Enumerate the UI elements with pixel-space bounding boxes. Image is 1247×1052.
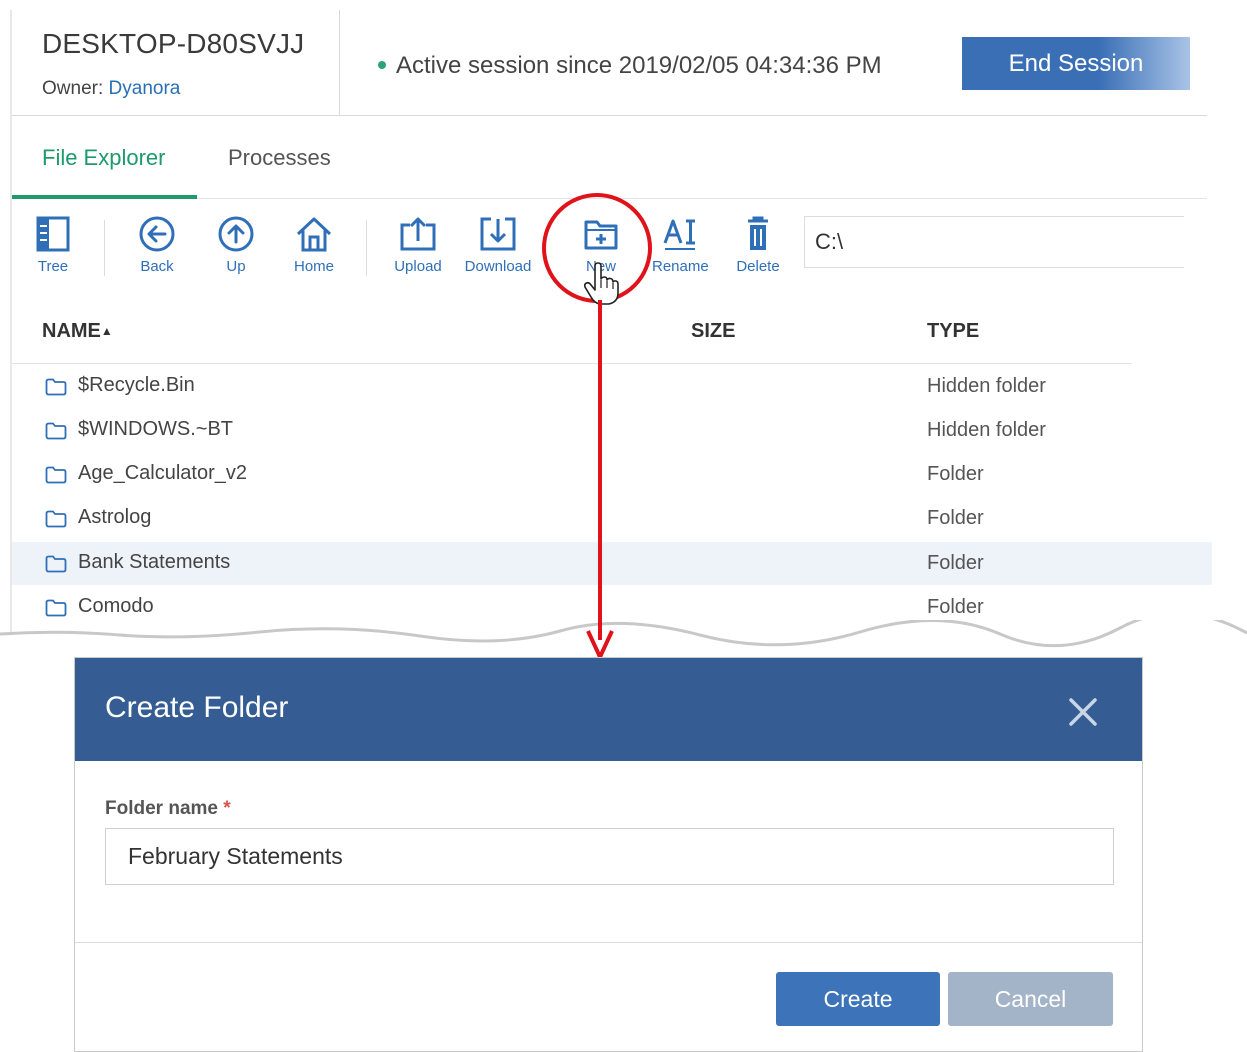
delete-label: Delete [736,258,780,275]
trash-icon [748,216,768,250]
upload-icon [400,217,436,251]
file-name: Age_Calculator_v2 [78,462,247,484]
close-icon[interactable] [1063,692,1103,732]
table-row[interactable]: Astrolog Folder [12,497,1212,540]
back-button[interactable]: Back [136,215,178,275]
divider [75,942,1142,943]
table-row-selected[interactable]: Bank Statements Folder [12,542,1212,585]
cancel-button[interactable]: Cancel [948,972,1113,1026]
home-icon [296,217,332,252]
table-row[interactable]: $Recycle.Bin Hidden folder [12,365,1212,408]
column-header-size[interactable]: SIZE [691,320,735,343]
folder-icon [45,599,67,617]
file-name: Astrolog [78,506,152,528]
file-type: Folder [927,507,984,529]
folder-icon [45,422,67,440]
session-status: Active session since 2019/02/05 04:34:36… [378,52,882,80]
column-name-label: NAME [42,320,101,342]
folder-icon [45,555,67,573]
device-info: DESKTOP-D80SVJJ Owner: Dyanora [12,10,340,115]
table-row[interactable]: Age_Calculator_v2 Folder [12,453,1212,496]
up-label: Up [226,258,246,275]
rename-button[interactable]: Rename [652,215,709,275]
home-button[interactable]: Home [290,215,338,275]
up-button[interactable]: Up [215,215,257,275]
file-type: Hidden folder [927,419,1046,441]
file-name: Bank Statements [78,551,231,573]
remote-session-panel: DESKTOP-D80SVJJ Owner: Dyanora Active se… [12,10,1212,632]
active-tab-indicator [12,195,197,199]
tree-icon [36,216,70,252]
path-input[interactable] [804,216,1184,268]
create-folder-dialog: Create Folder Folder name * Create Cance… [74,657,1143,1052]
rename-icon [663,219,695,250]
delete-button[interactable]: Delete [734,215,782,275]
file-name: $Recycle.Bin [78,374,195,396]
upload-button[interactable]: Upload [390,215,446,275]
upload-label: Upload [394,258,442,275]
file-type: Hidden folder [927,375,1046,397]
back-label: Back [140,258,174,275]
file-name: Comodo [78,595,154,617]
home-label: Home [293,258,334,275]
device-owner: Owner: Dyanora [42,78,180,100]
sort-asc-icon: ▲ [100,324,113,338]
arrow-down-icon [586,630,614,661]
folder-name-input[interactable] [105,828,1114,885]
up-arrow-icon [218,216,254,252]
toolbar-separator [104,220,105,276]
column-header-type[interactable]: TYPE [927,320,979,343]
divider [12,363,1132,364]
dialog-title: Create Folder [105,691,289,724]
back-arrow-icon [139,216,175,252]
file-type: Folder [927,552,984,574]
required-mark: * [223,798,231,819]
tab-processes[interactable]: Processes [228,145,331,171]
file-type: Folder [927,596,984,618]
status-dot-icon [378,60,386,69]
create-button[interactable]: Create [776,972,940,1026]
folder-name-label: Folder name * [105,798,231,820]
rename-label: Rename [652,258,709,275]
device-hostname: DESKTOP-D80SVJJ [42,28,305,59]
download-icon [480,217,516,251]
folder-icon [45,510,67,528]
torn-edge [0,620,1247,648]
dialog-header: Create Folder [75,658,1142,761]
tree-button[interactable]: Tree [30,215,76,275]
tab-file-explorer[interactable]: File Explorer [42,145,165,171]
table-row[interactable]: $WINDOWS.~BT Hidden folder [12,409,1212,452]
download-button[interactable]: Download [460,215,536,275]
folder-icon [45,378,67,396]
folder-name-label-text: Folder name [105,798,218,819]
toolbar-separator [366,220,367,276]
owner-name-link[interactable]: Dyanora [109,78,181,99]
owner-label: Owner: [42,78,104,99]
arrow-shaft [598,300,602,640]
download-label: Download [464,258,532,275]
file-name: $WINDOWS.~BT [78,418,234,440]
tree-label: Tree [37,258,69,275]
session-status-text: Active session since 2019/02/05 04:34:36… [396,52,882,79]
column-header-name[interactable]: NAME▲ [42,320,113,343]
end-session-button[interactable]: End Session [962,37,1190,90]
file-type: Folder [927,463,984,485]
divider [12,115,1207,116]
folder-icon [45,466,67,484]
